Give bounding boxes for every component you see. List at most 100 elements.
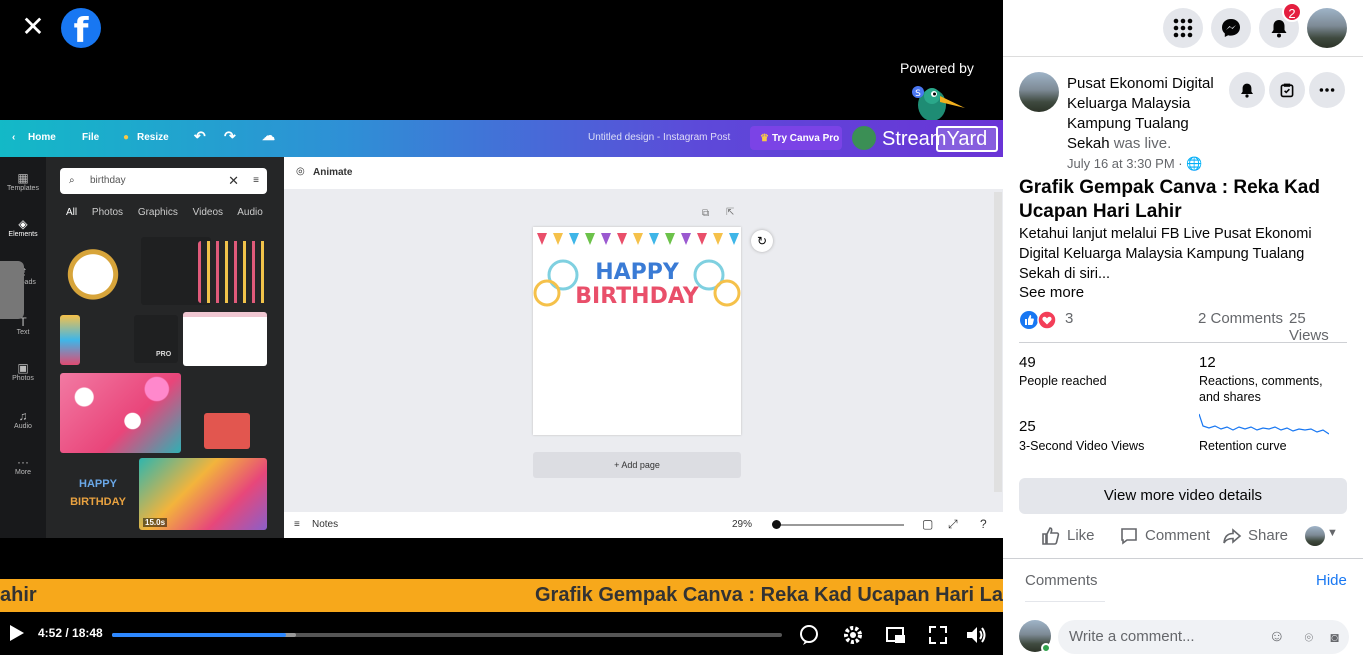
audio-icon[interactable]: ♫ Audio <box>0 409 46 430</box>
clear-icon[interactable]: ✕ <box>228 168 239 194</box>
photos-icon[interactable]: ▣ Photos <box>0 361 46 382</box>
design-title[interactable]: Untitled design - Instagram Post <box>588 132 730 143</box>
sticker-icon[interactable]: ◙ <box>1331 620 1339 654</box>
online-status-dot <box>1041 643 1051 653</box>
menu-button[interactable] <box>1163 8 1203 48</box>
divider <box>1025 601 1105 602</box>
zoom-level: 29% <box>732 519 753 530</box>
animate-toolbar: ◎ Animate <box>284 157 1003 189</box>
balloons-photo-tile[interactable] <box>60 373 181 453</box>
page-avatar[interactable] <box>1019 72 1059 112</box>
close-icon[interactable]: ✕ <box>18 12 48 42</box>
add-page-button[interactable]: + Add page <box>533 452 741 478</box>
picture-in-picture-icon[interactable] <box>885 624 907 646</box>
more-options-button[interactable] <box>1309 72 1345 108</box>
try-pro-label: Try Canva Pro <box>772 133 840 144</box>
chevron-down-icon[interactable]: ▼ <box>1327 527 1338 539</box>
video-player[interactable]: ✕ f Powered by S ‹ Home File ● Resize ↶ … <box>0 0 1003 655</box>
comment-button[interactable]: Comment <box>1119 524 1219 548</box>
reaction-count[interactable]: 3 <box>1065 310 1073 327</box>
page-grid-icon[interactable]: ▢ <box>922 517 933 531</box>
help-icon[interactable]: ? <box>980 517 987 531</box>
emoji-icon[interactable]: ☺ <box>1269 620 1285 654</box>
dark-tile[interactable]: PRO <box>134 315 178 363</box>
tab-all[interactable]: All <box>66 207 77 218</box>
share-as-avatar[interactable] <box>1305 526 1325 546</box>
zoom-slider[interactable] <box>774 524 904 526</box>
share-button[interactable]: Share <box>1222 524 1302 548</box>
templates-icon[interactable]: ▦ Templates <box>0 171 46 192</box>
notes-button[interactable]: Notes <box>312 519 338 530</box>
candles-tile[interactable] <box>198 241 268 303</box>
stream-overlay-handle[interactable] <box>0 261 24 319</box>
save-button[interactable] <box>1269 72 1305 108</box>
undo-icon[interactable]: ↶ <box>194 128 206 145</box>
chevron-left-icon[interactable]: ‹ <box>12 132 15 143</box>
bell-icon <box>1271 20 1287 38</box>
settings-icon[interactable] <box>842 624 864 646</box>
reactions-label: Reactions, comments, and shares <box>1199 374 1323 404</box>
canva-search-input[interactable]: ⌕ birthday ✕ ≡ <box>60 168 267 194</box>
cake-tile[interactable] <box>204 413 250 449</box>
animate-icon[interactable]: ◎ <box>296 166 305 177</box>
reaction-icons[interactable] <box>1019 310 1059 330</box>
account-avatar[interactable] <box>1307 8 1347 48</box>
tab-graphics[interactable]: Graphics <box>138 207 178 218</box>
happy-birthday-graphic[interactable]: HAPPY BIRTHDAY <box>533 227 741 317</box>
try-canva-pro-button[interactable]: ♛ Try Canva Pro <box>750 126 842 150</box>
happy-birthday-text-tile[interactable]: HAPPY BIRTHDAY <box>60 475 136 515</box>
share-button[interactable] <box>936 126 998 152</box>
party-video-tile[interactable]: 15.0s <box>139 458 267 530</box>
comments-header: Comments <box>1025 572 1098 589</box>
facebook-logo[interactable]: f <box>61 8 101 48</box>
cloud-icon[interactable]: ☁ <box>262 128 275 144</box>
canva-resize-button[interactable]: Resize <box>137 132 169 143</box>
duplicate-page-icon[interactable]: ⧉ <box>702 208 709 219</box>
bookmark-icon <box>1280 83 1294 98</box>
was-live-text: was live. <box>1113 135 1172 152</box>
fullscreen-icon[interactable] <box>927 624 949 646</box>
editor-scrollbar[interactable] <box>994 192 1002 492</box>
canva-file-menu[interactable]: File <box>82 132 99 143</box>
tab-photos[interactable]: Photos <box>92 207 123 218</box>
fullscreen-icon[interactable]: ⤢ <box>948 517 958 532</box>
hide-comments-link[interactable]: Hide <box>1316 572 1347 589</box>
canva-screen-capture[interactable]: ‹ Home File ● Resize ↶ ↷ ☁ Untitled desi… <box>0 120 1003 538</box>
frame-tile[interactable] <box>183 312 267 366</box>
comment-input[interactable]: Write a comment... ☺ ⌾ ◙ <box>1058 620 1349 654</box>
rotate-icon[interactable]: ↻ <box>751 230 773 252</box>
comments-count[interactable]: 2 Comments <box>1198 310 1283 327</box>
elements-icon[interactable]: ◈ Elements <box>0 217 46 238</box>
filter-icon[interactable]: ≡ <box>253 168 259 194</box>
tab-audio[interactable]: Audio <box>237 207 263 218</box>
tab-videos[interactable]: Videos <box>193 207 223 218</box>
balloon-string-tile[interactable] <box>60 315 80 365</box>
like-button[interactable]: Like <box>1041 524 1111 548</box>
share-label: Share <box>1248 527 1289 544</box>
captions-icon[interactable] <box>798 624 820 646</box>
progress-bar[interactable] <box>112 633 782 637</box>
search-value: birthday <box>90 175 126 186</box>
play-icon[interactable] <box>10 625 24 641</box>
retention-curve-chart[interactable] <box>1199 412 1329 436</box>
ticker-text-right: Grafik Gempak Canva : Reka Kad Ucapan Ha… <box>535 584 1003 606</box>
camera-icon[interactable]: ⌾ <box>1305 620 1313 654</box>
redo-icon[interactable]: ↷ <box>224 128 236 145</box>
post-date[interactable]: July 16 at 3:30 PM · <box>1067 156 1186 171</box>
streamyard-bird-logo: S <box>912 86 965 121</box>
view-more-details-button[interactable]: View more video details <box>1019 478 1347 514</box>
gift-box-tile[interactable] <box>60 237 126 305</box>
messenger-button[interactable] <box>1211 8 1251 48</box>
see-more-link[interactable]: See more <box>1019 284 1084 301</box>
like-label: Like <box>1067 527 1095 544</box>
zoom-slider-knob[interactable] <box>772 520 781 529</box>
canva-home-link[interactable]: Home <box>28 132 56 143</box>
animate-button[interactable]: Animate <box>313 167 352 178</box>
volume-icon[interactable] <box>965 624 987 646</box>
comment-icon <box>1121 528 1137 545</box>
design-page[interactable]: HAPPY BIRTHDAY <box>533 227 741 435</box>
add-page-icon[interactable]: ⇱ <box>726 207 734 218</box>
bell-follow-button[interactable] <box>1229 72 1265 108</box>
more-icon[interactable]: ··· More <box>0 455 46 476</box>
notes-icon[interactable]: ≡ <box>294 519 300 530</box>
